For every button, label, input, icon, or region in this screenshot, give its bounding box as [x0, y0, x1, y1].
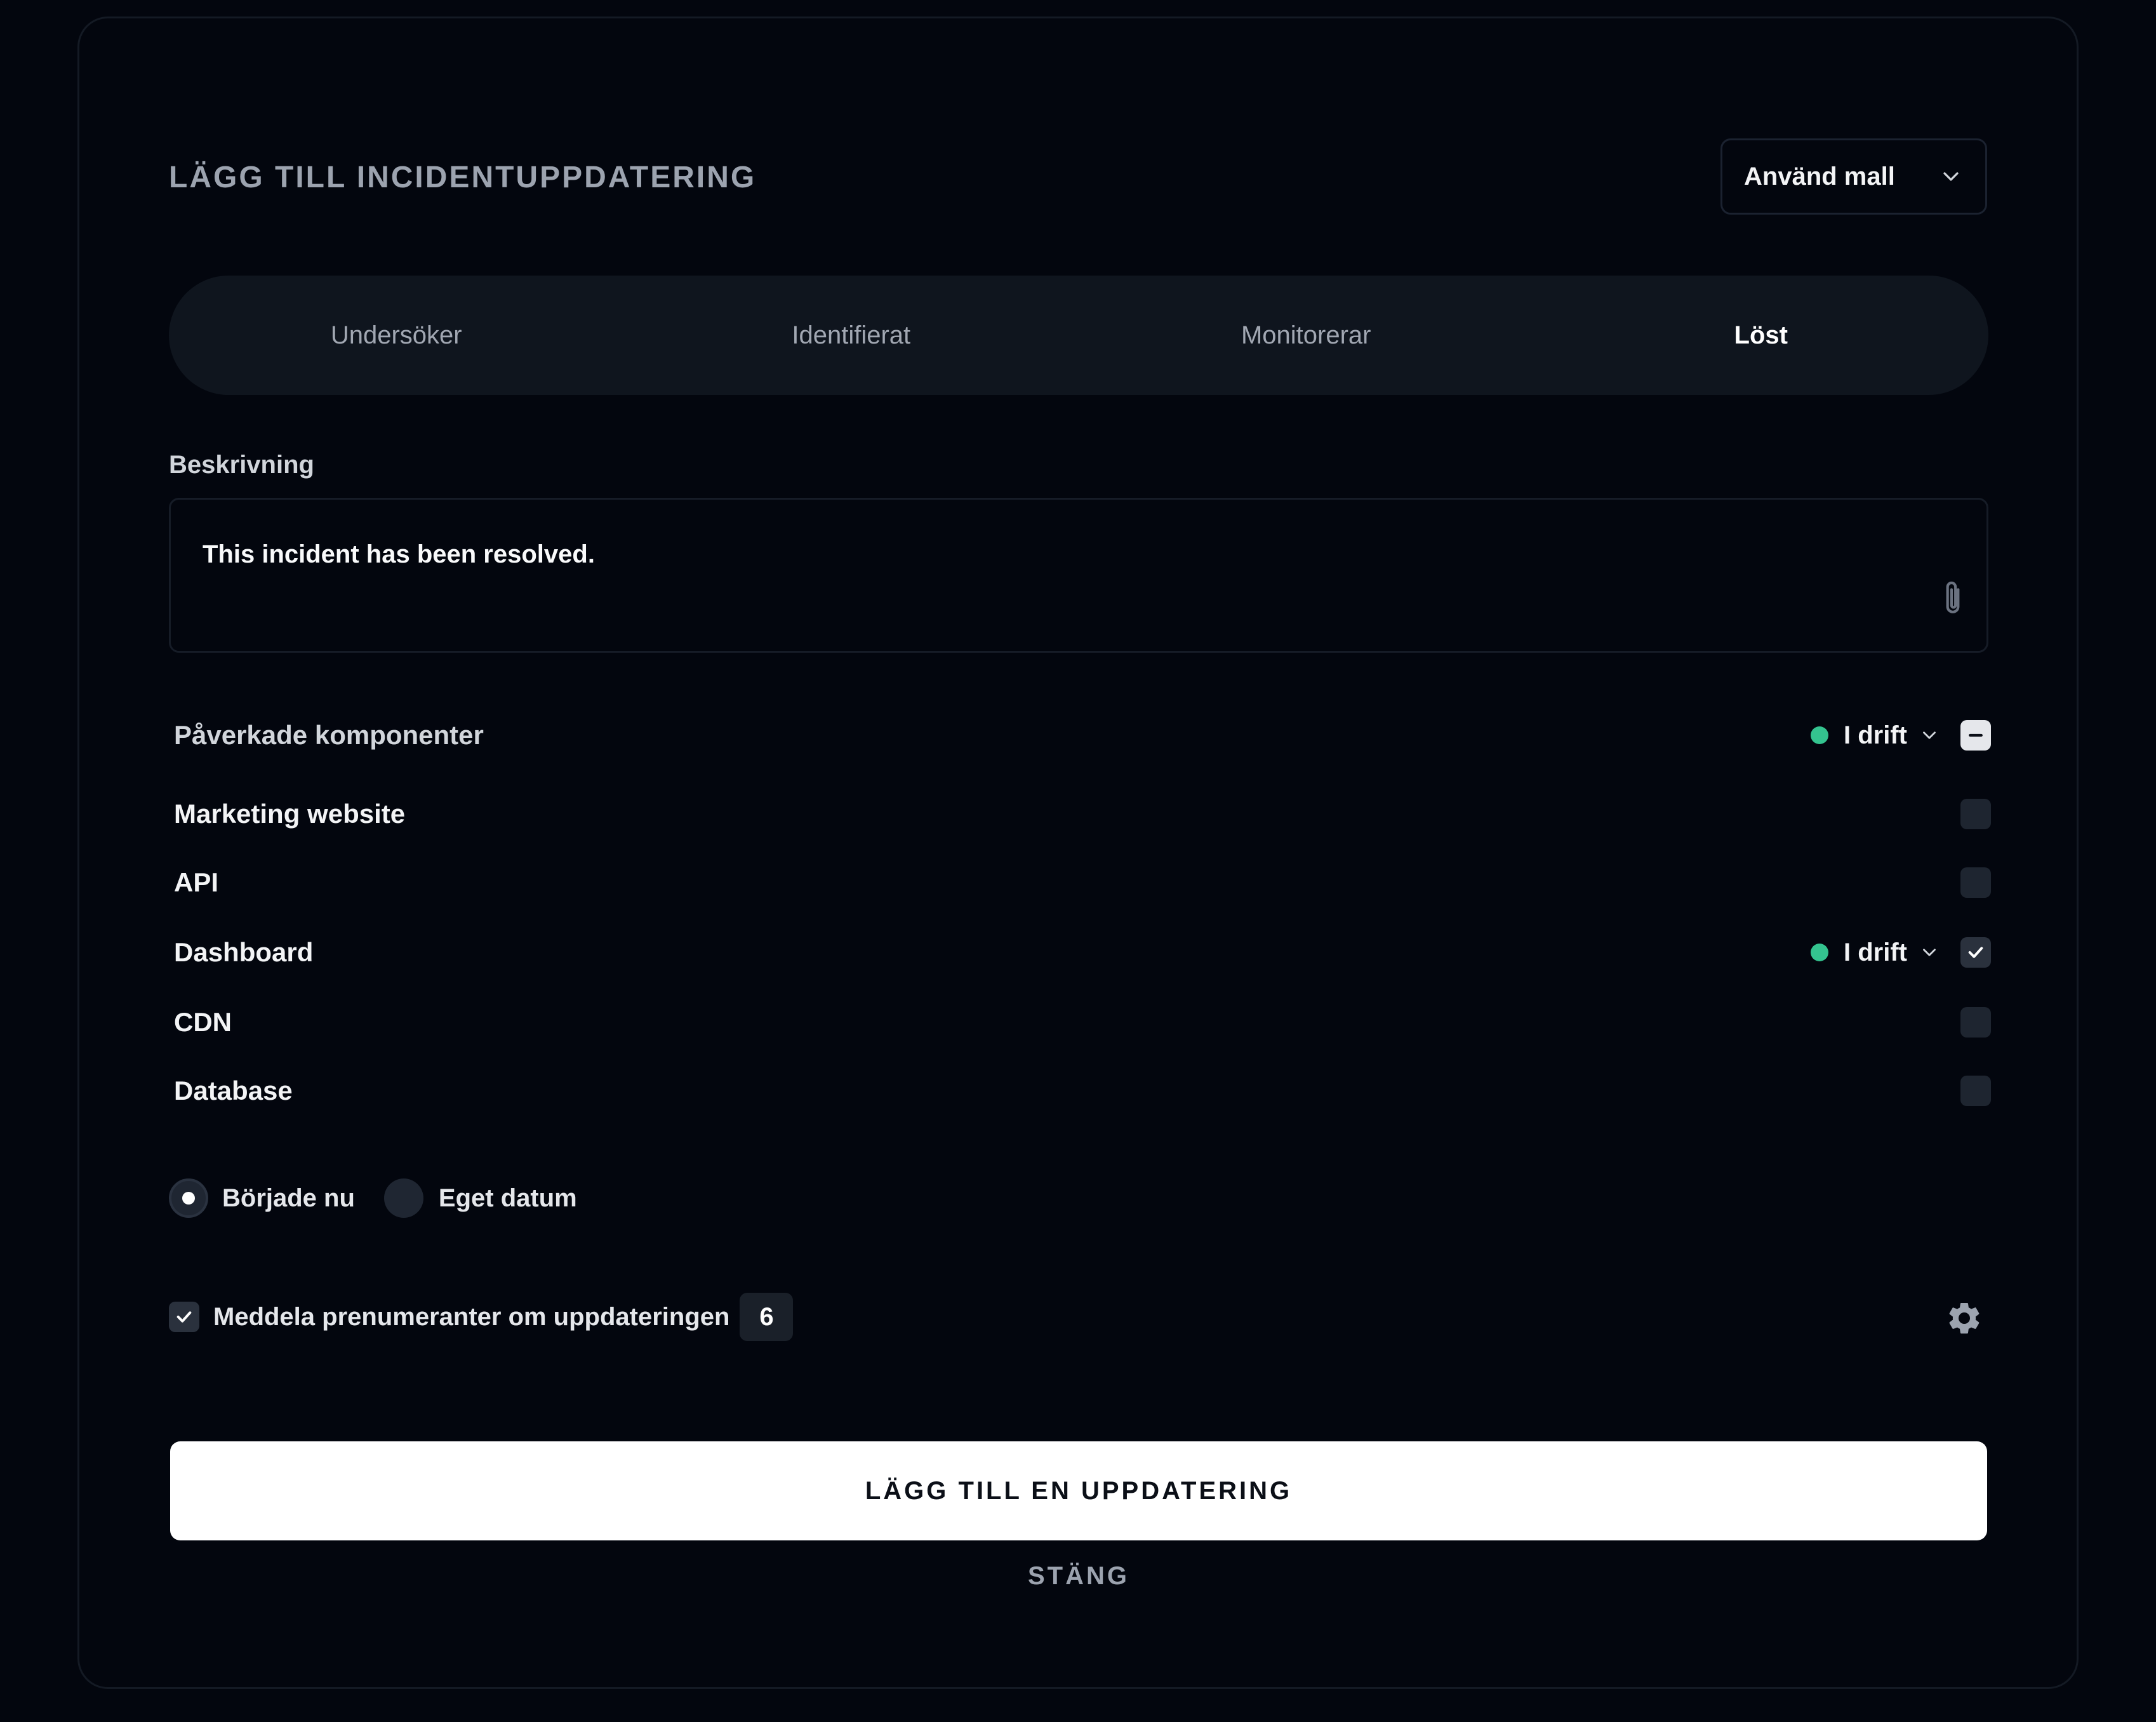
radio-custom-date-label: Eget datum	[438, 1184, 577, 1212]
start-time-options: Började nu Eget datum	[169, 1178, 577, 1218]
radio-started-now-label: Började nu	[222, 1184, 355, 1212]
close-button[interactable]: STÄNG	[170, 1562, 1987, 1600]
component-row: Database	[174, 1065, 1991, 1116]
description-textarea[interactable]: This incident has been resolved.	[169, 498, 1988, 653]
radio-started-now[interactable]	[169, 1178, 208, 1218]
description-label: Beskrivning	[169, 451, 314, 479]
component-checkbox[interactable]	[1960, 867, 1991, 898]
check-icon	[176, 1311, 192, 1323]
tab-identifierat[interactable]: Identifierat	[624, 321, 1079, 350]
notify-checkbox[interactable]	[169, 1302, 199, 1332]
template-select-value: Använd mall	[1744, 162, 1895, 190]
description-value: This incident has been resolved.	[203, 540, 595, 568]
component-status-label: I drift	[1844, 938, 1907, 966]
template-select[interactable]: Använd mall	[1720, 138, 1987, 215]
modal-dialog	[77, 17, 2079, 1689]
check-icon	[1968, 947, 1983, 958]
component-status-dropdown[interactable]: I drift	[1811, 938, 1940, 967]
status-tabs: Undersöker Identifierat Monitorerar Löst	[169, 276, 1988, 395]
notify-label: Meddela prenumeranter om uppdateringen	[213, 1302, 730, 1331]
component-row: Marketing website	[174, 789, 1991, 839]
status-dot	[1811, 944, 1829, 961]
component-name: Marketing website	[174, 799, 406, 829]
notify-subscribers: Meddela prenumeranter om uppdateringen 6	[169, 1293, 794, 1341]
radio-custom-date[interactable]	[383, 1178, 423, 1218]
component-row: Dashboard I drift	[174, 927, 1991, 978]
affected-components-label: Påverkade komponenter	[174, 720, 484, 750]
affected-components-header: Påverkade komponenter I drift	[174, 710, 1991, 761]
chevron-down-icon	[1923, 949, 1936, 956]
bulk-status-dropdown[interactable]: I drift	[1811, 721, 1940, 750]
component-name: API	[174, 867, 219, 897]
status-dot	[1811, 726, 1829, 744]
modal-title: LÄGG TILL INCIDENTUPPDATERING	[169, 161, 757, 194]
component-checkbox[interactable]	[1960, 1076, 1991, 1106]
tab-lost[interactable]: Löst	[1534, 321, 1989, 350]
select-all-checkbox[interactable]	[1960, 720, 1991, 751]
component-name: Dashboard	[174, 937, 314, 967]
minus-icon	[1969, 733, 1983, 737]
chevron-down-icon	[1923, 731, 1936, 739]
component-checkbox[interactable]	[1960, 1007, 1991, 1038]
component-checkbox[interactable]	[1960, 937, 1991, 968]
tab-undersoker[interactable]: Undersöker	[169, 321, 624, 350]
component-row: API	[174, 857, 1991, 908]
tab-monitorerar[interactable]: Monitorerar	[1079, 321, 1534, 350]
subscriber-count-badge: 6	[740, 1293, 794, 1341]
add-update-button[interactable]: LÄGG TILL EN UPPDATERING	[170, 1441, 1987, 1540]
component-checkbox[interactable]	[1960, 799, 1991, 829]
chevron-down-icon	[1943, 172, 1959, 181]
component-row: CDN	[174, 997, 1991, 1048]
component-name: Database	[174, 1076, 293, 1105]
component-name: CDN	[174, 1007, 232, 1037]
bulk-status-label: I drift	[1844, 721, 1907, 749]
gear-icon[interactable]	[1945, 1299, 1983, 1337]
paperclip-icon[interactable]	[1937, 578, 1969, 619]
